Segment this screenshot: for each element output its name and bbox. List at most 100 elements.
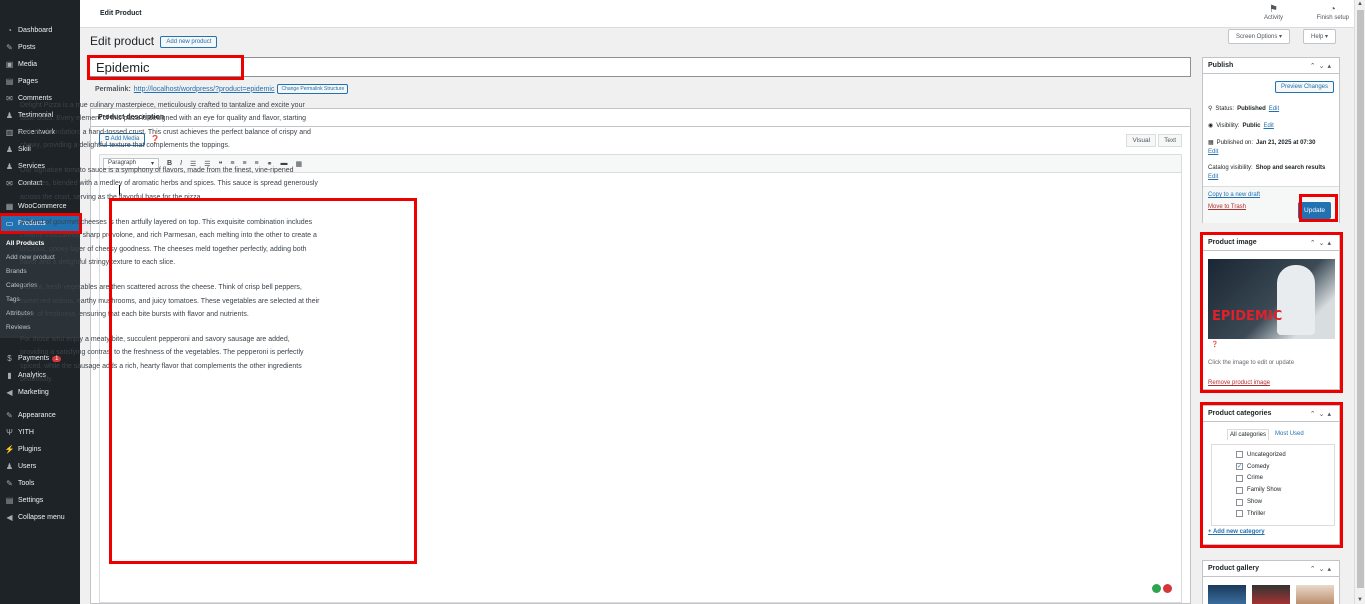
catalog-value: Shop and search results (1255, 165, 1326, 171)
product-title-input[interactable]: Epidemic (89, 57, 1191, 77)
help-button[interactable]: Help ▾ (1303, 29, 1337, 44)
page-heading: Edit product (90, 34, 155, 48)
edit-catalog-link[interactable]: Edit (1208, 174, 1218, 180)
permalink-link[interactable]: http://localhost/wordpress/?product=epid… (134, 86, 275, 93)
sidebar-item-posts[interactable]: ✎ Posts (0, 39, 80, 56)
category-list: Uncategorized ✓ Comedy Crime Family Show Show… (1211, 444, 1335, 526)
published-label: Published on: (1216, 139, 1254, 146)
tab-most-used[interactable]: Most Used (1275, 429, 1304, 440)
category-checkbox[interactable] (1236, 498, 1243, 506)
sidebar-item-pages[interactable]: ▤ Pages (0, 73, 80, 90)
edit-date-link[interactable]: Edit (1208, 149, 1218, 155)
top-bar: Edit Product ⚑ Activity ◔ Finish setup (80, 0, 1354, 28)
category-item[interactable]: Uncategorized (1236, 449, 1334, 461)
payments-icon: $ (7, 354, 12, 363)
activity-button[interactable]: ⚑ Activity (1264, 4, 1283, 21)
category-checkbox[interactable]: ✓ (1236, 463, 1243, 471)
image-hint: Click the image to edit or update (1208, 360, 1295, 366)
description-paragraph[interactable]: Delight Pizza is a true culinary masterp… (20, 99, 320, 152)
sidebar-item-dashboard[interactable]: ◔ Dashboard (0, 22, 80, 39)
editor-tabs: Visual Text (1126, 134, 1182, 147)
published-edit-row: Edit (1208, 149, 1218, 155)
sidebar-item-plugins[interactable]: ⚡ Plugins (0, 441, 80, 458)
catalog-label: Catalog visibility: (1208, 165, 1253, 171)
category-item[interactable]: Family Show (1236, 484, 1334, 496)
tab-all-categories[interactable]: All categories (1227, 429, 1270, 440)
preview-changes-button[interactable]: Preview Changes (1274, 81, 1334, 93)
finish-setup-button[interactable]: ◔ Finish setup (1317, 4, 1349, 21)
screen-options-button[interactable]: Screen Options ▾ (1228, 29, 1291, 44)
permalink-label: Permalink: (95, 85, 131, 93)
user-icon: ♟ (5, 162, 14, 171)
category-checkbox[interactable] (1236, 451, 1243, 459)
category-item[interactable]: Show (1236, 496, 1334, 508)
sidebar-item-appearance[interactable]: ✎ Appearance (0, 407, 80, 424)
edit-visibility-link[interactable]: Edit (1264, 123, 1274, 129)
analytics-icon: ▮ (7, 371, 12, 380)
dashboard-icon: ◔ (7, 26, 12, 35)
gallery-thumbnail[interactable] (1208, 585, 1246, 604)
gallery-thumbnail[interactable] (1296, 585, 1334, 604)
description-paragraph[interactable]: Our signature tomato sauce is a symphony… (20, 164, 320, 204)
sidebar-item-settings[interactable]: ▤ Settings (0, 492, 80, 509)
remove-image-link[interactable]: Remove product image (1208, 380, 1270, 386)
sidebar-item-tools[interactable]: ✎ Tools (0, 475, 80, 492)
sidebar-item-yith[interactable]: Ψ YITH (0, 424, 80, 441)
grammar-icon[interactable] (1152, 584, 1161, 593)
product-image-box: Product image ⌃⌄▴ EPIDEMIC ❓ Click the im… (1202, 234, 1340, 390)
description-paragraph[interactable]: A blend of gourmet cheeses is then artfu… (20, 216, 320, 269)
sidebar-item-collapse-menu[interactable]: ◀ Collapse menu (0, 509, 80, 526)
scroll-up-icon[interactable]: ▲ (1357, 1, 1363, 7)
progress-icon: ◔ (1329, 4, 1336, 15)
tab-text[interactable]: Text (1158, 134, 1182, 147)
scrollbar-thumb[interactable] (1357, 10, 1364, 588)
box-controls-icon[interactable]: ⌃⌄▴ (1310, 62, 1334, 70)
sidebar-item-label: Posts (18, 44, 36, 51)
settings-icon: ▤ (5, 496, 14, 505)
scroll-down-icon[interactable]: ▼ (1357, 597, 1363, 603)
tab-visual[interactable]: Visual (1126, 134, 1157, 147)
mail-icon: ✉ (6, 179, 13, 188)
sidebar-item-users[interactable]: ♟ Users (0, 458, 80, 475)
woo-icon: ▦ (5, 202, 14, 211)
category-item[interactable]: Crime (1236, 473, 1334, 485)
help-icon[interactable]: ❓ (1211, 341, 1218, 348)
category-checkbox[interactable] (1236, 474, 1243, 482)
box-controls-icon[interactable]: ⌃⌄▴ (1310, 410, 1334, 418)
change-permalink-button[interactable]: Change Permalink Structure (277, 84, 349, 94)
publish-title: Publish (1208, 62, 1234, 69)
categories-header: Product categories ⌃⌄▴ (1203, 406, 1339, 422)
pages-icon: ▤ (5, 77, 14, 86)
publish-box: Publish ⌃⌄▴ Preview Changes ⚲ Status: Publi… (1202, 57, 1340, 223)
sidebar-item-media[interactable]: ▣ Media (0, 56, 80, 73)
eye-icon: ◉ (1208, 123, 1214, 129)
category-checkbox[interactable] (1236, 486, 1243, 494)
copy-draft-link[interactable]: Copy to a new draft (1208, 192, 1260, 198)
edit-status-link[interactable]: Edit (1269, 106, 1279, 112)
box-controls-icon[interactable]: ⌃⌄▴ (1310, 565, 1334, 573)
published-row: ▦ Published on: Jan 21, 2025 at 07:30 (1208, 139, 1315, 147)
category-item[interactable]: ✓ Comedy (1236, 461, 1334, 473)
sidebar-item-label: Users (18, 463, 37, 470)
product-image[interactable]: EPIDEMIC (1208, 259, 1335, 339)
description-paragraph[interactable]: For those who enjoy a meaty bite, succul… (20, 333, 320, 386)
plugin-icon: ⚡ (4, 445, 15, 454)
publish-header: Publish ⌃⌄▴ (1203, 58, 1339, 74)
update-button[interactable]: Update (1298, 202, 1331, 219)
add-new-category-link[interactable]: + Add new category (1208, 529, 1265, 535)
product-gallery-box: Product gallery ⌃⌄▴ (1202, 560, 1340, 604)
move-to-trash-link[interactable]: Move to Trash (1208, 204, 1246, 210)
alert-icon[interactable] (1163, 584, 1172, 593)
description-text[interactable]: Delight Pizza is a true culinary masterp… (20, 99, 320, 398)
wrench-icon: ✎ (6, 479, 13, 488)
category-checkbox[interactable] (1236, 510, 1243, 518)
add-new-product-button[interactable]: Add new product (160, 36, 218, 48)
box-controls-icon[interactable]: ⌃⌄▴ (1310, 239, 1334, 247)
category-item[interactable]: Thriller (1236, 508, 1334, 520)
description-paragraph[interactable]: Vibrant, fresh vegetables are then scatt… (20, 281, 320, 321)
products-icon: ▭ (5, 219, 14, 228)
gallery-thumbnail[interactable] (1252, 585, 1290, 604)
brush-icon: ✎ (6, 411, 13, 420)
page-scrollbar[interactable]: ▲ ▼ (1354, 0, 1365, 604)
hazmat-figure (1277, 265, 1315, 335)
